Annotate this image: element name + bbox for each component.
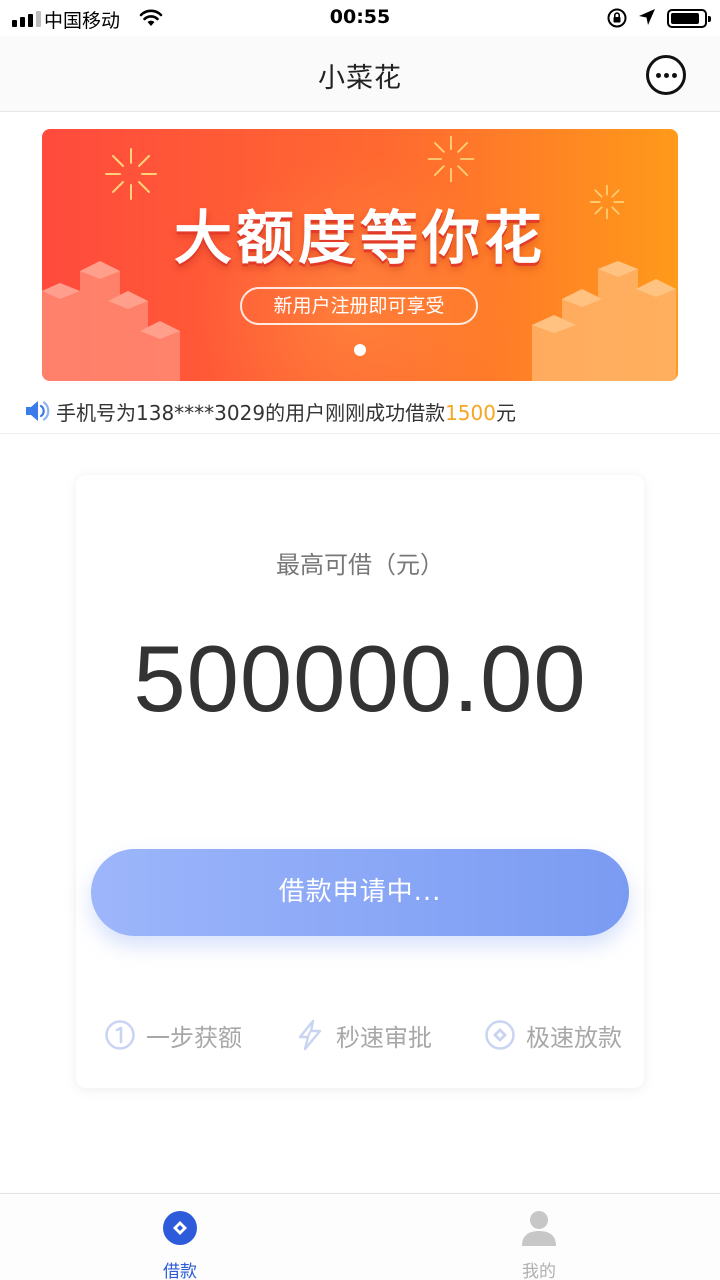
notice-amount: 1500: [445, 400, 496, 425]
promo-banner[interactable]: 大额度等你花 新用户注册即可享受: [42, 129, 678, 381]
more-chat-icon[interactable]: [646, 55, 686, 95]
rotation-lock-icon: [607, 8, 627, 28]
notice-marquee: 手机号为138****3029的用户刚刚成功借款1500元: [24, 396, 516, 426]
speaker-icon: [26, 401, 50, 421]
loan-card: 最高可借（元） 500000.00 借款申请中... 一步获额 秒速审批 极速放…: [76, 475, 644, 1088]
max-loan-amount: 500000.00: [133, 626, 587, 731]
tab-label: 我的: [522, 1262, 556, 1280]
user-icon: [522, 1211, 556, 1246]
feature-item: 一步获额: [104, 1015, 242, 1055]
tab-me[interactable]: 我的: [479, 1194, 599, 1280]
feature-label: 一步获额: [146, 1023, 242, 1052]
loan-apply-button[interactable]: 借款申请中...: [91, 849, 629, 936]
feature-label: 极速放款: [526, 1023, 622, 1052]
coin-icon: [485, 1020, 515, 1050]
banner-subtitle: 新用户注册即可享受: [240, 287, 478, 325]
tab-loan[interactable]: 借款: [120, 1194, 240, 1280]
buildings-illustration: [42, 261, 180, 381]
loan-icon: [163, 1211, 197, 1245]
tab-label: 借款: [163, 1262, 197, 1280]
status-bar: 中国移动 00:55: [0, 0, 720, 36]
navigation-bar: 小菜花: [0, 36, 720, 112]
feature-item: 秒速审批: [294, 1015, 432, 1055]
battery-icon: [667, 9, 711, 28]
max-loan-label: 最高可借（元）: [276, 551, 444, 579]
buildings-illustration: [532, 261, 676, 381]
notice-text: 手机号为138****3029的用户刚刚成功借款1500元: [56, 400, 516, 425]
divider: [0, 433, 720, 434]
number-one-icon: [105, 1020, 135, 1050]
feature-label: 秒速审批: [336, 1023, 432, 1052]
banner-headline: 大额度等你花: [173, 204, 546, 272]
firework-icon: [427, 135, 475, 183]
feature-item: 极速放款: [484, 1015, 622, 1055]
lightning-icon: [298, 1019, 322, 1051]
location-icon: [639, 9, 655, 25]
tab-bar: 借款 我的: [0, 1193, 720, 1280]
page-title: 小菜花: [318, 63, 402, 94]
feature-list: 一步获额 秒速审批 极速放款: [76, 1015, 644, 1055]
carousel-indicator[interactable]: [354, 344, 366, 356]
